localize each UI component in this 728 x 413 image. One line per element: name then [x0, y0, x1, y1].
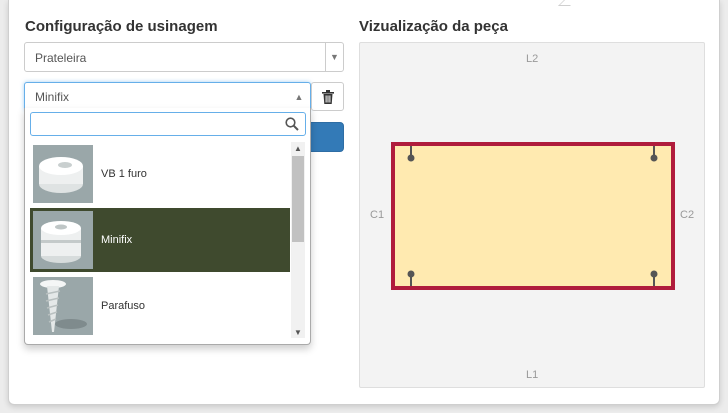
option-vb-1-furo[interactable]: VB 1 furo [30, 142, 290, 206]
machining-config-title: Configuração de usinagem [25, 18, 218, 35]
search-field[interactable] [30, 112, 306, 136]
scrollbar-thumb[interactable] [292, 156, 304, 242]
piece-select-value: Prateleira [35, 51, 87, 65]
machining-select[interactable]: Minifix ▲ [24, 82, 311, 111]
options-scrollbar[interactable]: ▲ ▼ [291, 142, 305, 338]
option-label: VB 1 furo [101, 168, 147, 180]
add-machining-button[interactable] [308, 122, 344, 152]
piece-preview-title: Vizualização da peça [359, 18, 508, 35]
caret-down-icon[interactable]: ▼ [325, 43, 343, 71]
option-minifix[interactable]: Minifix [30, 208, 290, 272]
search-icon [285, 117, 299, 131]
trash-icon [321, 89, 334, 104]
screw-icon [33, 277, 93, 335]
scroll-up-icon[interactable]: ▲ [291, 142, 305, 154]
piece-preview: L2 L1 C1 C2 [359, 42, 705, 388]
dialog-pointer [558, 0, 576, 6]
scroll-down-icon[interactable]: ▼ [291, 326, 305, 338]
piece-select[interactable]: Prateleira ▼ [24, 42, 344, 72]
search-input[interactable] [37, 114, 277, 134]
option-parafuso[interactable]: Parafuso [30, 274, 290, 338]
machining-dropdown: VB 1 furo Minifix Parafuso ▲ ▼ [24, 108, 311, 345]
caret-up-icon[interactable]: ▲ [292, 83, 306, 110]
piece-drawing [391, 142, 675, 290]
cam-fitting-icon [33, 145, 93, 203]
minifix-icon [33, 211, 93, 269]
options-list: VB 1 furo Minifix Parafuso [30, 142, 290, 338]
option-label: Parafuso [101, 300, 146, 312]
option-label: Minifix [101, 234, 133, 246]
delete-button[interactable] [311, 82, 344, 111]
machining-select-value: Minifix [35, 90, 70, 104]
piece-rectangle[interactable] [391, 142, 675, 290]
